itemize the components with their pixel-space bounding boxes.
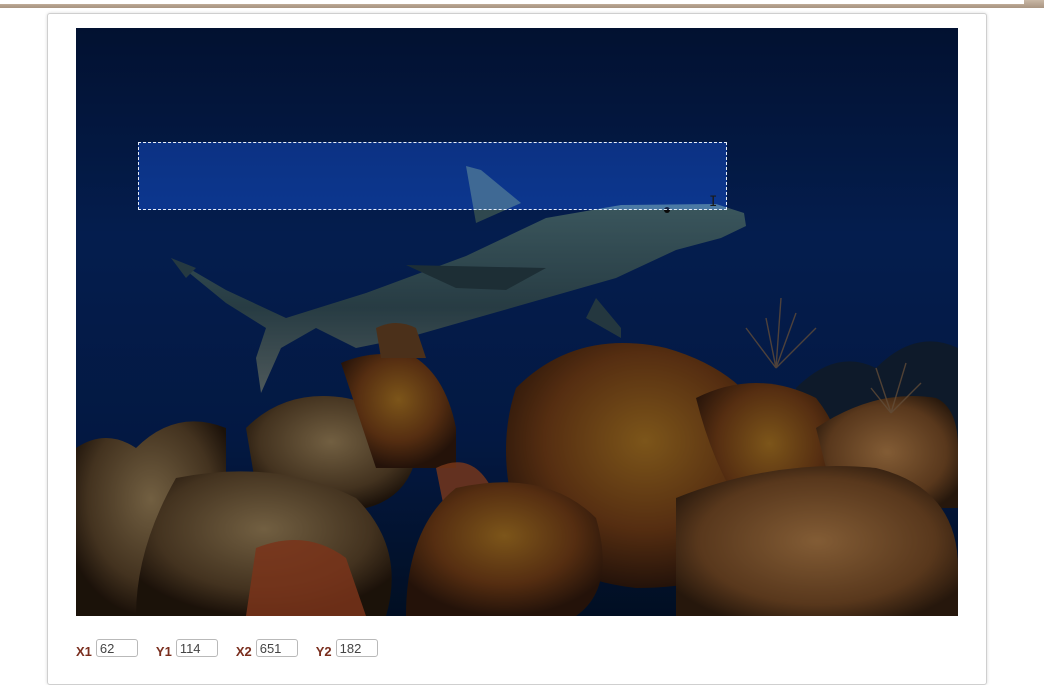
x1-input[interactable] (95, 639, 138, 657)
y2-group: Y2 (315, 639, 378, 659)
y1-label: Y1 (155, 643, 172, 659)
crop-card: I X1 Y1 X2 Y2 (47, 13, 987, 685)
x2-group: X2 (235, 639, 298, 659)
y1-input[interactable] (175, 639, 218, 657)
browser-top-edge-inner (0, 0, 1024, 5)
shark-reef-photo-icon (76, 28, 958, 616)
browser-top-edge (0, 0, 1044, 8)
crop-image-area[interactable]: I (76, 28, 958, 616)
y2-input[interactable] (335, 639, 378, 657)
x1-group: X1 (76, 639, 138, 659)
crop-coordinates-bar: X1 Y1 X2 Y2 (76, 637, 396, 659)
crop-selection-box[interactable] (138, 142, 727, 210)
y2-label: Y2 (315, 643, 332, 659)
text-cursor-icon: I (709, 194, 718, 210)
x2-input[interactable] (255, 639, 298, 657)
x1-label: X1 (76, 643, 92, 659)
x2-label: X2 (235, 643, 252, 659)
y1-group: Y1 (155, 639, 218, 659)
